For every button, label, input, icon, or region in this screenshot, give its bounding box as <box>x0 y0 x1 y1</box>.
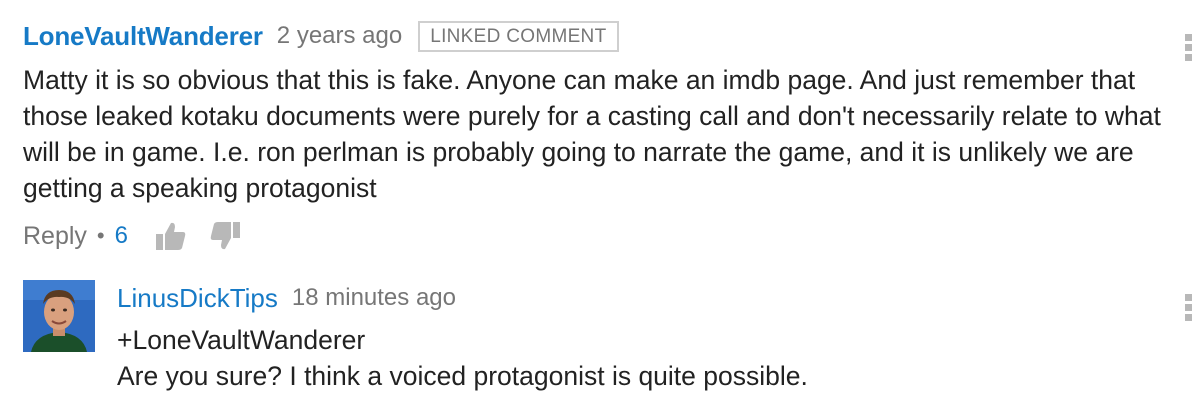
thumbs-up-icon[interactable] <box>154 219 188 253</box>
linked-comment-badge: LINKED COMMENT <box>418 20 619 52</box>
comment-body: Matty it is so obvious that this is fake… <box>23 65 1161 203</box>
reply-body: Are you sure? I think a voiced protagoni… <box>117 361 808 391</box>
separator-dot: • <box>96 223 105 248</box>
reply-meta: LinusDickTips 18 minutes ago <box>117 280 1157 316</box>
comment-thread: LoneVaultWanderer 2 years ago LINKED COM… <box>0 0 1200 405</box>
more-options-icon[interactable] <box>1185 294 1193 324</box>
comment-meta: LoneVaultWanderer 2 years ago LINKED COM… <box>23 18 1163 54</box>
avatar[interactable] <box>23 280 95 352</box>
comment-author-link[interactable]: LoneVaultWanderer <box>23 21 263 52</box>
comment-timestamp[interactable]: 2 years ago <box>277 22 402 50</box>
reply-button[interactable]: Reply <box>23 222 87 251</box>
reply-content: LinusDickTips 18 minutes ago +LoneVaultW… <box>117 280 1157 394</box>
reply-author-link[interactable]: LinusDickTips <box>117 283 278 314</box>
comment-actions: Reply • 6 <box>23 218 262 254</box>
linked-comment: LoneVaultWanderer 2 years ago LINKED COM… <box>23 18 1163 206</box>
like-count: 6 <box>114 222 128 249</box>
reply-timestamp[interactable]: 18 minutes ago <box>292 284 456 312</box>
reply-mention[interactable]: +LoneVaultWanderer <box>117 322 1157 358</box>
more-options-icon[interactable] <box>1185 34 1193 64</box>
thumbs-down-icon[interactable] <box>208 219 242 253</box>
